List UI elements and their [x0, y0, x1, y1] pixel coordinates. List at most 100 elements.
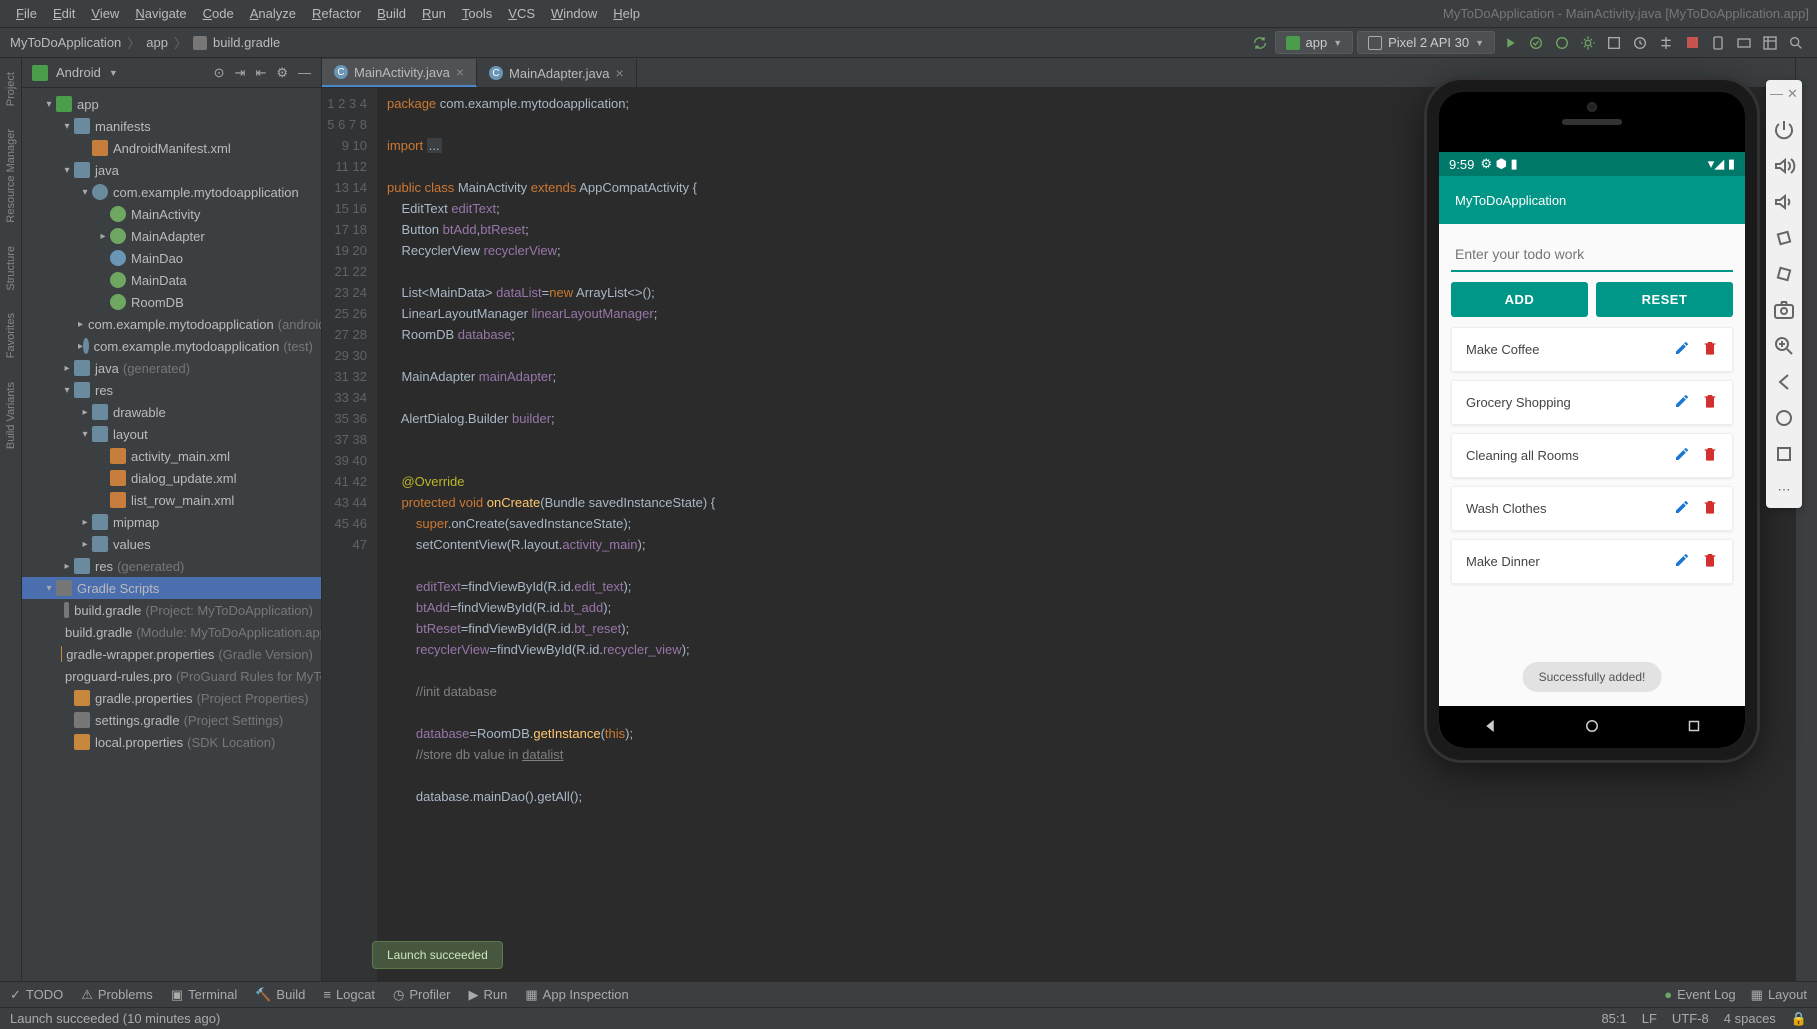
- tree-item[interactable]: ▾layout: [22, 423, 321, 445]
- bottom-tab-problems[interactable]: ⚠Problems: [81, 987, 153, 1003]
- tree-item[interactable]: dialog_update.xml: [22, 467, 321, 489]
- back-icon[interactable]: [1772, 370, 1796, 394]
- tree-item[interactable]: list_row_main.xml: [22, 489, 321, 511]
- tree-item[interactable]: ▸values: [22, 533, 321, 555]
- tree-item[interactable]: ▾manifests: [22, 115, 321, 137]
- search-icon[interactable]: [1785, 32, 1807, 54]
- tree-item[interactable]: MainActivity: [22, 203, 321, 225]
- tree-item[interactable]: settings.gradle(Project Settings): [22, 709, 321, 731]
- close-tab-icon[interactable]: ×: [615, 65, 623, 81]
- bottom-tab-terminal[interactable]: ▣Terminal: [171, 987, 237, 1003]
- tree-item[interactable]: ▸java(generated): [22, 357, 321, 379]
- minimize-icon[interactable]: —: [1770, 86, 1783, 102]
- apply-changes-icon[interactable]: [1525, 32, 1547, 54]
- status-lock-icon[interactable]: 🔒: [1791, 1011, 1807, 1027]
- sdk-icon[interactable]: [1733, 32, 1755, 54]
- avd-icon[interactable]: [1707, 32, 1729, 54]
- home-button[interactable]: [1583, 717, 1601, 738]
- rotate-left-icon[interactable]: [1772, 226, 1796, 250]
- stop-icon[interactable]: [1681, 32, 1703, 54]
- layout-icon[interactable]: [1759, 32, 1781, 54]
- volume-up-icon[interactable]: [1772, 154, 1796, 178]
- expand-icon[interactable]: ⇤: [255, 65, 266, 81]
- menu-help[interactable]: Help: [605, 6, 648, 21]
- tree-item[interactable]: ▸MainAdapter: [22, 225, 321, 247]
- breadcrumb[interactable]: MyToDoApplication 〉 app 〉 build.gradle: [0, 33, 290, 52]
- tree-item[interactable]: MainDao: [22, 247, 321, 269]
- edit-icon[interactable]: [1674, 340, 1690, 359]
- status-encoding[interactable]: UTF-8: [1672, 1011, 1709, 1027]
- status-caret[interactable]: 85:1: [1601, 1011, 1626, 1027]
- breadcrumb-file[interactable]: build.gradle: [213, 35, 280, 50]
- bottom-tab-todo[interactable]: ✓TODO: [10, 987, 63, 1003]
- bottom-tab-profiler[interactable]: ◷Profiler: [393, 987, 451, 1003]
- tree-item[interactable]: ▸com.example.mytodoapplication(androidTe…: [22, 313, 321, 335]
- bottom-tab-app-inspection[interactable]: ▦App Inspection: [525, 987, 628, 1003]
- menu-window[interactable]: Window: [543, 6, 605, 21]
- editor-tab[interactable]: CMainAdapter.java×: [477, 59, 637, 87]
- add-button[interactable]: ADD: [1451, 282, 1588, 317]
- menu-build[interactable]: Build: [369, 6, 414, 21]
- run-icon[interactable]: [1499, 32, 1521, 54]
- volume-down-icon[interactable]: [1772, 190, 1796, 214]
- emulator-window[interactable]: 9:59 ⚙ ⬢ ▮ ▾◢ ▮ MyToDoApplication ADD RE…: [1427, 80, 1757, 760]
- collapse-icon[interactable]: ⇥: [235, 65, 246, 81]
- bottom-tab-build[interactable]: 🔨Build: [255, 987, 305, 1003]
- status-indent[interactable]: 4 spaces: [1724, 1011, 1776, 1027]
- delete-icon[interactable]: [1702, 552, 1718, 571]
- edit-icon[interactable]: [1674, 552, 1690, 571]
- tree-item[interactable]: ▾com.example.mytodoapplication: [22, 181, 321, 203]
- bottom-tab-event-log[interactable]: ●Event Log: [1664, 987, 1735, 1003]
- tool-favorites[interactable]: Favorites: [5, 309, 17, 362]
- close-icon[interactable]: ✕: [1787, 86, 1798, 102]
- hide-icon[interactable]: —: [298, 65, 311, 81]
- recent-button[interactable]: [1685, 717, 1703, 738]
- project-tree[interactable]: ▾app▾manifestsAndroidManifest.xml▾java▾c…: [22, 88, 321, 981]
- tree-item[interactable]: AndroidManifest.xml: [22, 137, 321, 159]
- reset-button[interactable]: RESET: [1596, 282, 1733, 317]
- status-line-ending[interactable]: LF: [1642, 1011, 1657, 1027]
- delete-icon[interactable]: [1702, 393, 1718, 412]
- breadcrumb-module[interactable]: app: [146, 35, 168, 50]
- zoom-icon[interactable]: [1772, 334, 1796, 358]
- tree-item[interactable]: build.gradle(Project: MyToDoApplication): [22, 599, 321, 621]
- run-config-selector[interactable]: app▼: [1275, 31, 1354, 54]
- bottom-tab-layout[interactable]: ▦Layout: [1751, 987, 1807, 1003]
- tree-item[interactable]: build.gradle(Module: MyToDoApplication.a…: [22, 621, 321, 643]
- delete-icon[interactable]: [1702, 499, 1718, 518]
- tool-build-variants[interactable]: Build Variants: [5, 378, 17, 453]
- menu-tools[interactable]: Tools: [454, 6, 500, 21]
- editor-tab[interactable]: CMainActivity.java×: [322, 59, 477, 87]
- tree-item[interactable]: activity_main.xml: [22, 445, 321, 467]
- tree-item[interactable]: local.properties(SDK Location): [22, 731, 321, 753]
- device-selector[interactable]: Pixel 2 API 30▼: [1357, 31, 1495, 54]
- edit-icon[interactable]: [1674, 499, 1690, 518]
- settings-icon[interactable]: ⚙: [276, 65, 288, 81]
- menu-edit[interactable]: Edit: [45, 6, 83, 21]
- menu-navigate[interactable]: Navigate: [127, 6, 194, 21]
- back-button[interactable]: [1481, 717, 1499, 738]
- tree-item[interactable]: gradle-wrapper.properties(Gradle Version…: [22, 643, 321, 665]
- project-view-mode[interactable]: Android: [56, 65, 101, 80]
- tree-item[interactable]: ▾Gradle Scripts: [22, 577, 321, 599]
- edit-icon[interactable]: [1674, 446, 1690, 465]
- tree-item[interactable]: ▸mipmap: [22, 511, 321, 533]
- screenshot-icon[interactable]: [1772, 298, 1796, 322]
- delete-icon[interactable]: [1702, 340, 1718, 359]
- tree-item[interactable]: ▾res: [22, 379, 321, 401]
- overview-icon[interactable]: [1772, 442, 1796, 466]
- profiler-icon[interactable]: [1629, 32, 1651, 54]
- power-icon[interactable]: [1772, 118, 1796, 142]
- tree-item[interactable]: ▸res(generated): [22, 555, 321, 577]
- tree-item[interactable]: gradle.properties(Project Properties): [22, 687, 321, 709]
- attach-debug-icon[interactable]: [1655, 32, 1677, 54]
- home-icon[interactable]: [1772, 406, 1796, 430]
- tree-item[interactable]: RoomDB: [22, 291, 321, 313]
- bottom-tab-run[interactable]: ▶Run: [469, 987, 508, 1003]
- menu-run[interactable]: Run: [414, 6, 454, 21]
- tree-item[interactable]: ▸com.example.mytodoapplication(test): [22, 335, 321, 357]
- apply-code-icon[interactable]: [1551, 32, 1573, 54]
- menu-file[interactable]: File: [8, 6, 45, 21]
- rotate-right-icon[interactable]: [1772, 262, 1796, 286]
- edit-icon[interactable]: [1674, 393, 1690, 412]
